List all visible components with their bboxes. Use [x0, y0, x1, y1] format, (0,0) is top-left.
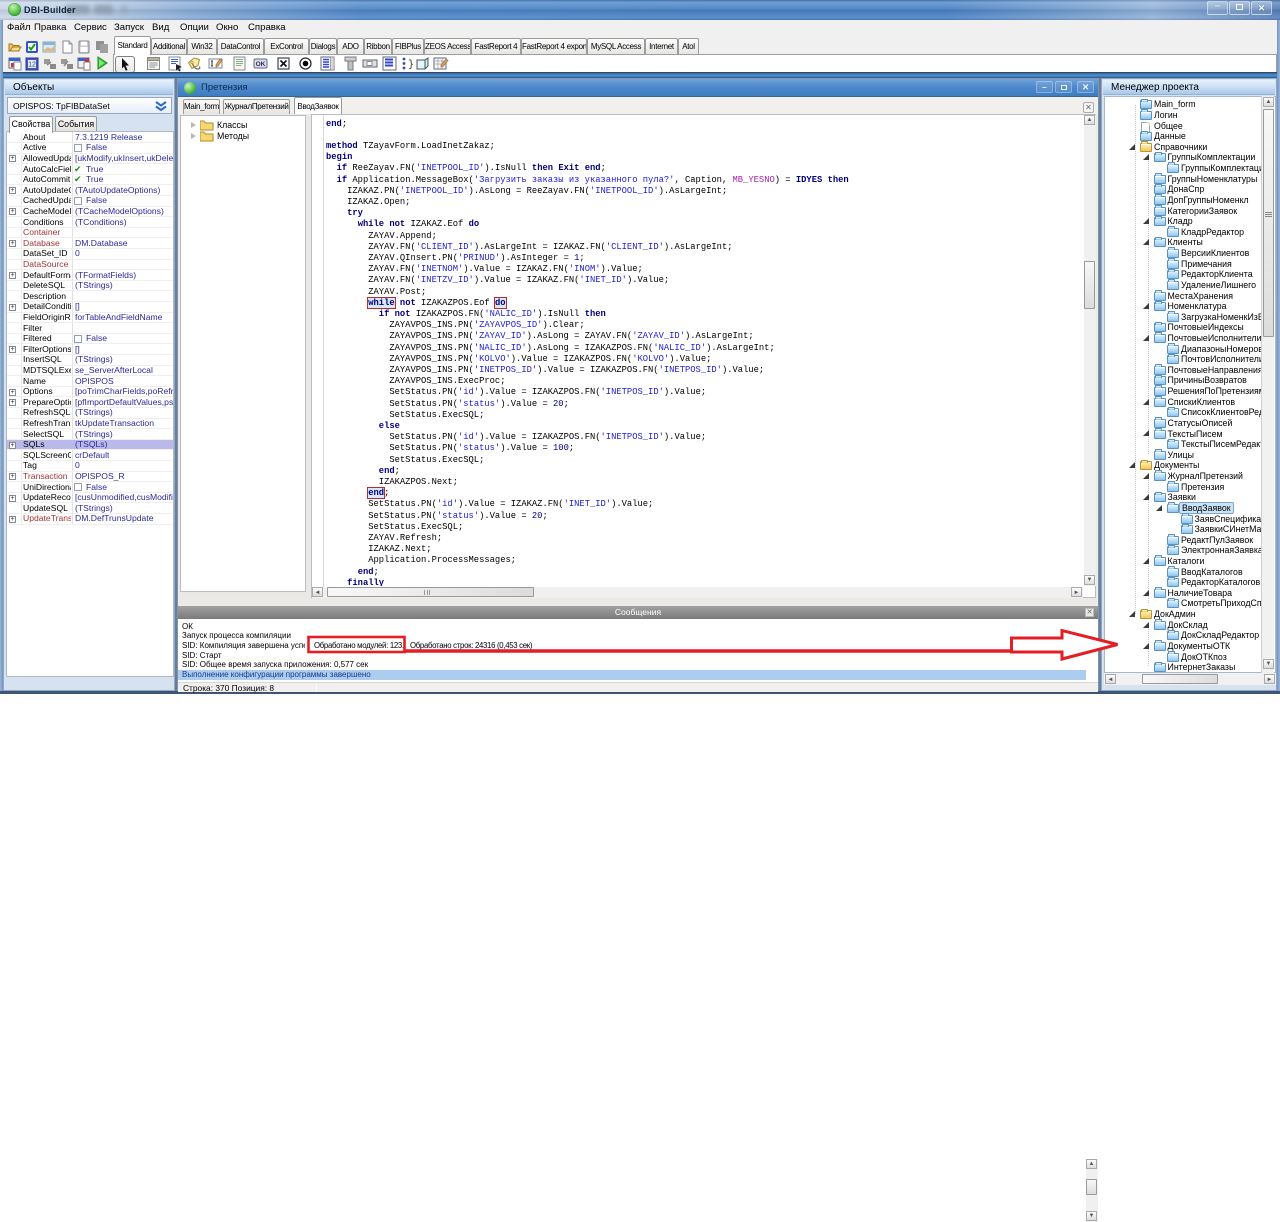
- svg-text:}: }: [408, 59, 414, 71]
- svg-text:OK: OK: [256, 61, 266, 68]
- svg-text:12: 12: [28, 62, 36, 69]
